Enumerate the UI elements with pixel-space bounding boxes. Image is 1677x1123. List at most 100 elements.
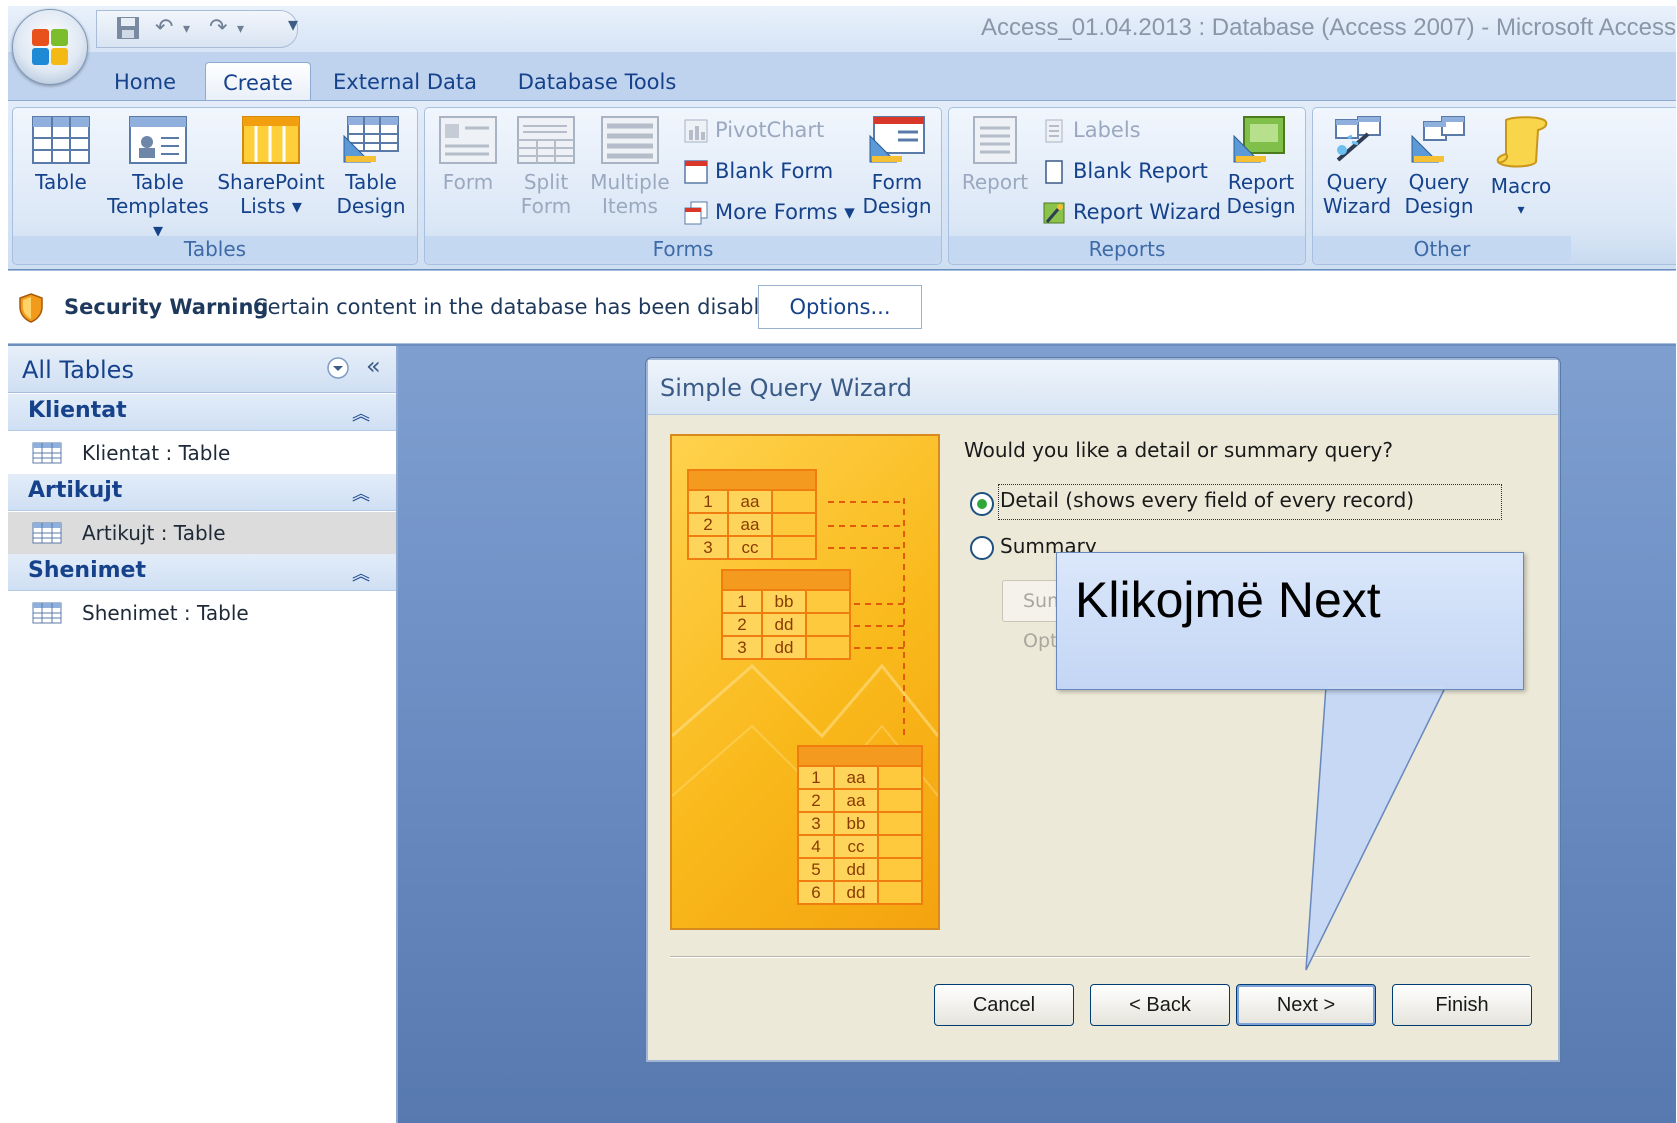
nav-menu-dropdown-icon[interactable] (326, 356, 350, 380)
access-window: ↶ ▾ ↷ ▾ ▾ Access_01.04.2013 : Database (… (8, 6, 1676, 1123)
query-design-icon (1411, 116, 1465, 163)
labels-button[interactable]: Labels (1041, 114, 1141, 146)
blank-form-button[interactable]: Blank Form (683, 155, 833, 187)
dialog-separator (670, 956, 1530, 958)
more-forms-button[interactable]: More Forms ▾ (683, 196, 855, 228)
summary-radio[interactable] (970, 536, 994, 560)
query-wizard-button[interactable]: Query Wizard (1317, 116, 1397, 218)
collapse-group-icon: ︽ (352, 484, 370, 505)
ribbon-group-reports: Report Labels Blank Report Report Wizard… (948, 107, 1306, 265)
finish-button[interactable]: Finish (1392, 984, 1532, 1026)
undo-dropdown-icon[interactable]: ▾ (183, 21, 190, 37)
illustration-cell (877, 834, 923, 859)
illustration-cell (805, 635, 851, 660)
table-templates-button[interactable]: Table Templates ▾ (105, 116, 211, 242)
illustration-cell-text: dd (847, 883, 866, 902)
table-icon (32, 442, 62, 464)
illustration-cell (877, 788, 923, 813)
more-forms-icon (684, 201, 708, 225)
illustration-cell (771, 489, 817, 514)
next-button[interactable]: Next > (1236, 984, 1376, 1026)
back-button[interactable]: < Back (1090, 984, 1230, 1026)
callout-text: Klikojmë Next (1075, 572, 1381, 628)
query-design-button[interactable]: Query Design (1399, 116, 1479, 218)
table-design-button[interactable]: Table Design (329, 116, 413, 218)
ribbon-group-tables: Table Table Templates ▾ SharePoint Lists… (12, 107, 418, 265)
illustration-cell-text: 6 (811, 883, 820, 902)
nav-group-header-shenimet[interactable]: Shenimet ︽ (8, 554, 396, 591)
report-wizard-button[interactable]: Report Wizard (1041, 196, 1221, 228)
blank-report-button[interactable]: Blank Report (1041, 155, 1208, 187)
detail-radio[interactable] (970, 492, 994, 516)
illustration-cell (877, 857, 923, 882)
nav-pane-title: All Tables (22, 356, 134, 384)
sharepoint-lists-button[interactable]: SharePoint Lists ▾ (217, 116, 325, 218)
shutter-bar-close-icon[interactable]: « (366, 352, 381, 380)
tab-external-data[interactable]: External Data (332, 62, 478, 102)
undo-icon[interactable]: ↶ (155, 15, 173, 40)
redo-dropdown-icon[interactable]: ▾ (237, 21, 244, 37)
nav-group-header-klientat[interactable]: Klientat ︽ (8, 394, 396, 431)
security-message-bar: Security Warning Certain content in the … (8, 270, 1676, 344)
group-label-tables: Tables (13, 236, 417, 262)
detail-option-label[interactable]: Detail (shows every field of every recor… (1000, 488, 1414, 512)
blank-report-icon (1045, 160, 1063, 184)
nav-item-shenimet-table[interactable]: Shenimet : Table (8, 592, 396, 634)
tab-database-tools[interactable]: Database Tools (514, 62, 680, 102)
office-button[interactable] (12, 9, 88, 85)
redo-icon[interactable]: ↷ (209, 15, 227, 40)
illustration-cell-text: dd (847, 860, 866, 879)
illustration-cell-text: dd (775, 638, 794, 657)
illustration-cell-text: 3 (737, 638, 746, 657)
table-icon (32, 602, 62, 624)
table-button[interactable]: Table (21, 116, 101, 194)
illustration-cell-text: 1 (703, 492, 712, 511)
quick-access-toolbar: ↶ ▾ ↷ ▾ (96, 10, 298, 48)
cancel-button[interactable]: Cancel (934, 984, 1074, 1026)
nav-item-klientat-table[interactable]: Klientat : Table (8, 432, 396, 474)
illustration-cell-text: aa (847, 791, 866, 810)
table-icon (32, 116, 90, 164)
dialog-title-bar[interactable]: Simple Query Wizard (648, 360, 1558, 415)
shield-icon (19, 293, 43, 323)
ribbon-group-forms: Form Split Form Multiple Items PivotChar… (424, 107, 942, 265)
ribbon: Table Table Templates ▾ SharePoint Lists… (8, 100, 1676, 269)
illustration-cell (877, 880, 923, 905)
form-button[interactable]: Form (433, 116, 503, 194)
illustration-cell (771, 512, 817, 537)
nav-item-artikujt-table[interactable]: Artikujt : Table (8, 512, 396, 554)
nav-group-header-artikujt[interactable]: Artikujt ︽ (8, 474, 396, 511)
split-form-button[interactable]: Split Form (511, 116, 581, 218)
form-design-button[interactable]: Form Design (857, 116, 937, 218)
customize-qat-icon[interactable]: ▾ (288, 12, 298, 36)
macro-button[interactable]: Macro ▾ (1481, 116, 1561, 222)
report-button[interactable]: Report (955, 116, 1035, 194)
report-design-icon (1233, 116, 1285, 163)
nav-pane-header[interactable]: All Tables « (8, 346, 396, 393)
illustration-cell-text: aa (741, 515, 760, 534)
illustration-cell-text: dd (775, 615, 794, 634)
tab-create[interactable]: Create (205, 62, 311, 103)
illustration-cell-text: 5 (811, 860, 820, 879)
wizard-question: Would you like a detail or summary query… (964, 438, 1393, 462)
tab-home[interactable]: Home (108, 62, 182, 102)
title-bar: ↶ ▾ ↷ ▾ ▾ Access_01.04.2013 : Database (… (8, 6, 1676, 52)
pivotchart-button[interactable]: PivotChart (683, 114, 824, 146)
illustration-cell (805, 612, 851, 637)
blank-form-icon (684, 160, 708, 184)
report-icon (973, 116, 1017, 164)
illustration-cell-text: 3 (811, 814, 820, 833)
macro-icon (1496, 116, 1548, 168)
options-button[interactable]: Options... (758, 285, 922, 329)
report-design-button[interactable]: Report Design (1221, 116, 1301, 218)
illustration-cell-text: bb (775, 592, 794, 611)
illustration-cell-text: 2 (737, 615, 746, 634)
multiple-items-button[interactable]: Multiple Items (587, 116, 673, 218)
report-wizard-icon (1043, 202, 1065, 224)
save-icon[interactable] (115, 15, 141, 47)
table-design-icon (343, 116, 399, 163)
group-label-reports: Reports (949, 236, 1305, 262)
pivotchart-icon (684, 119, 708, 143)
group-label-other: Other (1313, 236, 1571, 262)
ribbon-group-other: Query Wizard Query Design Macro ▾ Other (1312, 107, 1676, 265)
